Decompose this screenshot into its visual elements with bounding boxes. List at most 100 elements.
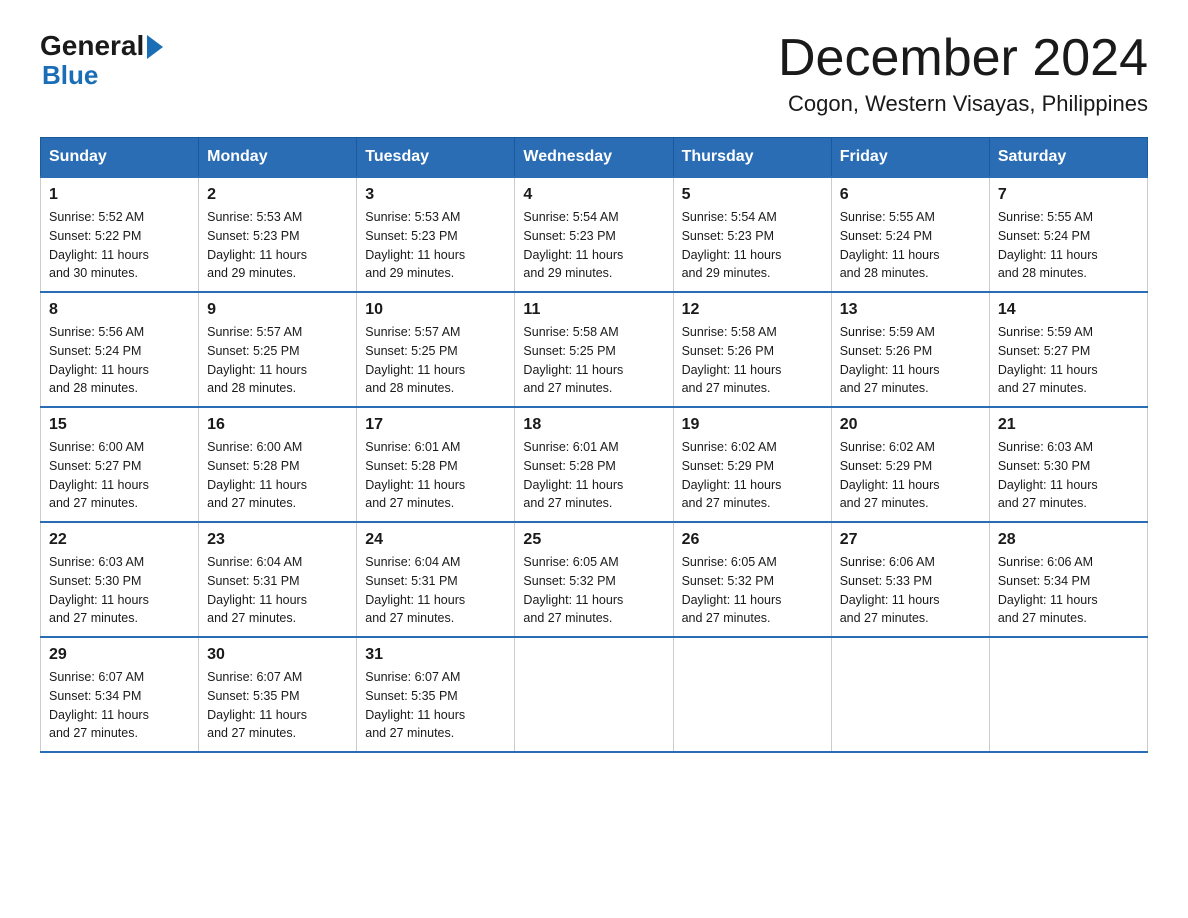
day-number: 20 — [840, 416, 981, 434]
day-number: 16 — [207, 416, 348, 434]
table-row: 1 Sunrise: 5:52 AMSunset: 5:22 PMDayligh… — [41, 177, 199, 292]
day-info: Sunrise: 5:54 AMSunset: 5:23 PMDaylight:… — [682, 210, 782, 280]
logo-blue-text: Blue — [42, 60, 163, 91]
table-row: 23 Sunrise: 6:04 AMSunset: 5:31 PMDaylig… — [199, 522, 357, 637]
day-info: Sunrise: 6:06 AMSunset: 5:33 PMDaylight:… — [840, 555, 940, 625]
day-number: 13 — [840, 301, 981, 319]
table-row — [515, 637, 673, 752]
header-saturday: Saturday — [989, 138, 1147, 178]
table-row: 31 Sunrise: 6:07 AMSunset: 5:35 PMDaylig… — [357, 637, 515, 752]
location-subtitle: Cogon, Western Visayas, Philippines — [778, 91, 1148, 117]
day-headers-row: Sunday Monday Tuesday Wednesday Thursday… — [41, 138, 1148, 178]
day-number: 5 — [682, 186, 823, 204]
day-info: Sunrise: 6:07 AMSunset: 5:35 PMDaylight:… — [365, 670, 465, 740]
day-info: Sunrise: 6:01 AMSunset: 5:28 PMDaylight:… — [523, 440, 623, 510]
day-info: Sunrise: 6:02 AMSunset: 5:29 PMDaylight:… — [682, 440, 782, 510]
header-sunday: Sunday — [41, 138, 199, 178]
day-info: Sunrise: 5:53 AMSunset: 5:23 PMDaylight:… — [207, 210, 307, 280]
title-section: December 2024 Cogon, Western Visayas, Ph… — [778, 30, 1148, 117]
day-number: 10 — [365, 301, 506, 319]
table-row: 15 Sunrise: 6:00 AMSunset: 5:27 PMDaylig… — [41, 407, 199, 522]
day-info: Sunrise: 5:58 AMSunset: 5:25 PMDaylight:… — [523, 325, 623, 395]
day-info: Sunrise: 5:53 AMSunset: 5:23 PMDaylight:… — [365, 210, 465, 280]
day-info: Sunrise: 6:05 AMSunset: 5:32 PMDaylight:… — [682, 555, 782, 625]
day-info: Sunrise: 5:52 AMSunset: 5:22 PMDaylight:… — [49, 210, 149, 280]
logo-general-text: General — [40, 30, 144, 62]
day-number: 6 — [840, 186, 981, 204]
table-row: 24 Sunrise: 6:04 AMSunset: 5:31 PMDaylig… — [357, 522, 515, 637]
calendar-table: Sunday Monday Tuesday Wednesday Thursday… — [40, 137, 1148, 753]
day-info: Sunrise: 5:59 AMSunset: 5:26 PMDaylight:… — [840, 325, 940, 395]
week-row-2: 8 Sunrise: 5:56 AMSunset: 5:24 PMDayligh… — [41, 292, 1148, 407]
header-thursday: Thursday — [673, 138, 831, 178]
day-info: Sunrise: 6:05 AMSunset: 5:32 PMDaylight:… — [523, 555, 623, 625]
header-tuesday: Tuesday — [357, 138, 515, 178]
week-row-5: 29 Sunrise: 6:07 AMSunset: 5:34 PMDaylig… — [41, 637, 1148, 752]
week-row-4: 22 Sunrise: 6:03 AMSunset: 5:30 PMDaylig… — [41, 522, 1148, 637]
day-info: Sunrise: 6:07 AMSunset: 5:35 PMDaylight:… — [207, 670, 307, 740]
day-number: 29 — [49, 646, 190, 664]
day-info: Sunrise: 5:57 AMSunset: 5:25 PMDaylight:… — [365, 325, 465, 395]
table-row: 16 Sunrise: 6:00 AMSunset: 5:28 PMDaylig… — [199, 407, 357, 522]
day-number: 17 — [365, 416, 506, 434]
day-info: Sunrise: 5:54 AMSunset: 5:23 PMDaylight:… — [523, 210, 623, 280]
day-info: Sunrise: 6:04 AMSunset: 5:31 PMDaylight:… — [365, 555, 465, 625]
table-row: 6 Sunrise: 5:55 AMSunset: 5:24 PMDayligh… — [831, 177, 989, 292]
table-row: 12 Sunrise: 5:58 AMSunset: 5:26 PMDaylig… — [673, 292, 831, 407]
table-row: 19 Sunrise: 6:02 AMSunset: 5:29 PMDaylig… — [673, 407, 831, 522]
week-row-1: 1 Sunrise: 5:52 AMSunset: 5:22 PMDayligh… — [41, 177, 1148, 292]
header-friday: Friday — [831, 138, 989, 178]
table-row — [673, 637, 831, 752]
table-row — [831, 637, 989, 752]
table-row: 14 Sunrise: 5:59 AMSunset: 5:27 PMDaylig… — [989, 292, 1147, 407]
day-info: Sunrise: 6:01 AMSunset: 5:28 PMDaylight:… — [365, 440, 465, 510]
table-row: 13 Sunrise: 5:59 AMSunset: 5:26 PMDaylig… — [831, 292, 989, 407]
logo: General Blue — [40, 30, 163, 91]
day-number: 15 — [49, 416, 190, 434]
day-number: 4 — [523, 186, 664, 204]
table-row: 21 Sunrise: 6:03 AMSunset: 5:30 PMDaylig… — [989, 407, 1147, 522]
day-info: Sunrise: 5:55 AMSunset: 5:24 PMDaylight:… — [998, 210, 1098, 280]
table-row: 27 Sunrise: 6:06 AMSunset: 5:33 PMDaylig… — [831, 522, 989, 637]
table-row: 25 Sunrise: 6:05 AMSunset: 5:32 PMDaylig… — [515, 522, 673, 637]
day-number: 22 — [49, 531, 190, 549]
table-row: 17 Sunrise: 6:01 AMSunset: 5:28 PMDaylig… — [357, 407, 515, 522]
day-number: 31 — [365, 646, 506, 664]
table-row: 20 Sunrise: 6:02 AMSunset: 5:29 PMDaylig… — [831, 407, 989, 522]
logo-triangle-icon — [147, 35, 163, 59]
day-number: 14 — [998, 301, 1139, 319]
day-number: 25 — [523, 531, 664, 549]
week-row-3: 15 Sunrise: 6:00 AMSunset: 5:27 PMDaylig… — [41, 407, 1148, 522]
day-number: 27 — [840, 531, 981, 549]
page-header: General Blue December 2024 Cogon, Wester… — [40, 30, 1148, 117]
day-number: 2 — [207, 186, 348, 204]
table-row: 2 Sunrise: 5:53 AMSunset: 5:23 PMDayligh… — [199, 177, 357, 292]
table-row: 18 Sunrise: 6:01 AMSunset: 5:28 PMDaylig… — [515, 407, 673, 522]
day-info: Sunrise: 6:03 AMSunset: 5:30 PMDaylight:… — [998, 440, 1098, 510]
day-number: 28 — [998, 531, 1139, 549]
header-monday: Monday — [199, 138, 357, 178]
table-row: 29 Sunrise: 6:07 AMSunset: 5:34 PMDaylig… — [41, 637, 199, 752]
table-row: 9 Sunrise: 5:57 AMSunset: 5:25 PMDayligh… — [199, 292, 357, 407]
logo-line1: General — [40, 30, 163, 62]
day-number: 26 — [682, 531, 823, 549]
day-number: 21 — [998, 416, 1139, 434]
day-number: 8 — [49, 301, 190, 319]
day-number: 7 — [998, 186, 1139, 204]
day-number: 9 — [207, 301, 348, 319]
day-number: 23 — [207, 531, 348, 549]
day-number: 19 — [682, 416, 823, 434]
day-number: 30 — [207, 646, 348, 664]
day-info: Sunrise: 5:56 AMSunset: 5:24 PMDaylight:… — [49, 325, 149, 395]
day-number: 24 — [365, 531, 506, 549]
day-info: Sunrise: 6:07 AMSunset: 5:34 PMDaylight:… — [49, 670, 149, 740]
table-row: 26 Sunrise: 6:05 AMSunset: 5:32 PMDaylig… — [673, 522, 831, 637]
day-info: Sunrise: 6:00 AMSunset: 5:27 PMDaylight:… — [49, 440, 149, 510]
table-row: 5 Sunrise: 5:54 AMSunset: 5:23 PMDayligh… — [673, 177, 831, 292]
table-row: 22 Sunrise: 6:03 AMSunset: 5:30 PMDaylig… — [41, 522, 199, 637]
day-number: 11 — [523, 301, 664, 319]
day-info: Sunrise: 6:03 AMSunset: 5:30 PMDaylight:… — [49, 555, 149, 625]
day-info: Sunrise: 6:02 AMSunset: 5:29 PMDaylight:… — [840, 440, 940, 510]
day-number: 12 — [682, 301, 823, 319]
day-number: 1 — [49, 186, 190, 204]
